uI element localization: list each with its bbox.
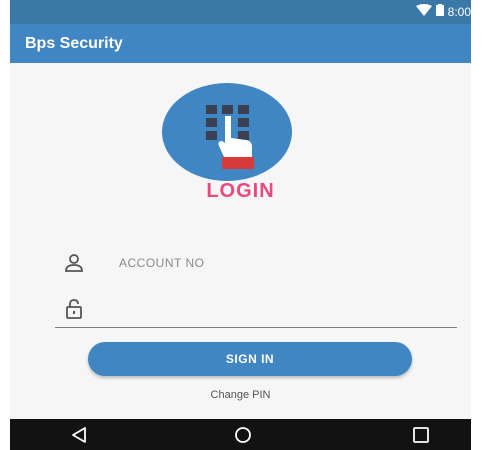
login-content: LOGIN ACCOUNT NO SIGN IN Change PIN	[10, 63, 471, 419]
navigation-bar	[10, 419, 471, 450]
keypad-hand-icon	[206, 105, 254, 169]
keypad-logo	[162, 83, 292, 181]
account-input[interactable]: ACCOUNT NO	[119, 256, 204, 270]
login-heading: LOGIN	[206, 180, 275, 202]
sign-in-button[interactable]: SIGN IN	[88, 342, 412, 376]
phone-screen: 8:00 Bps Security LOGIN ACCOUNT NO SIGN …	[10, 0, 471, 450]
change-pin-link[interactable]: Change PIN	[10, 389, 471, 401]
recents-icon[interactable]	[410, 425, 432, 445]
pin-underline	[55, 327, 457, 328]
pin-field[interactable]	[55, 299, 457, 328]
account-field[interactable]: ACCOUNT NO	[55, 253, 457, 277]
battery-icon	[435, 4, 444, 19]
status-icons: 8:00	[415, 4, 471, 19]
home-icon[interactable]	[232, 425, 254, 445]
status-bar: 8:00	[10, 0, 471, 24]
back-icon[interactable]	[68, 425, 90, 445]
app-title: Bps Security	[25, 35, 123, 52]
wifi-icon	[415, 4, 432, 19]
lock-icon	[64, 299, 84, 319]
user-icon	[64, 253, 84, 273]
app-bar: Bps Security	[10, 24, 471, 63]
status-time: 8:00	[447, 4, 471, 19]
